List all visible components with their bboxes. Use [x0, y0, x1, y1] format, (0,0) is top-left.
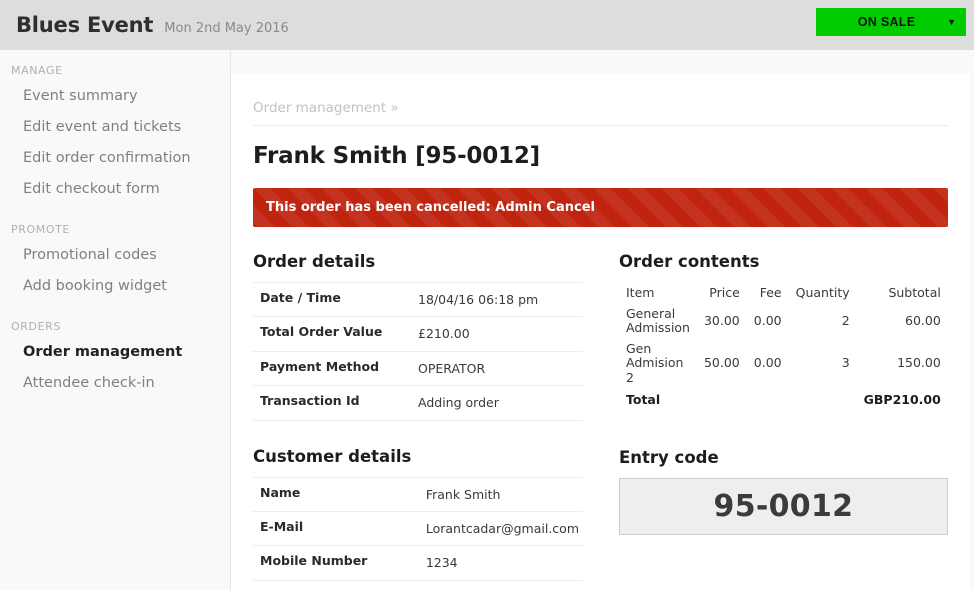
row-label: Date / Time	[260, 290, 341, 305]
page-title: Frank Smith [95-0012]	[253, 143, 540, 169]
order-contents-table: Item Price Fee Quantity Subtotal General…	[619, 282, 948, 410]
sidebar: MANAGE Event summary Edit event and tick…	[0, 50, 231, 590]
sidebar-group-manage: MANAGE Event summary Edit event and tick…	[0, 64, 230, 205]
customer-details-heading: Customer details	[253, 446, 412, 466]
row-value: Frank Smith	[425, 486, 501, 502]
column-header-price: Price	[709, 285, 740, 300]
order-contents-heading: Order contents	[619, 252, 760, 271]
alert-message: This order has been cancelled: Admin Can…	[266, 200, 595, 215]
entry-code-heading: Entry code	[619, 448, 719, 468]
page-body: MANAGE Event summary Edit event and tick…	[0, 50, 974, 590]
customer-details-table: Name Frank Smith E-Mail Lorantcadar@gmai…	[253, 477, 583, 590]
row-value: OPERATOR	[418, 360, 486, 376]
table-row: General Admission 30.00 0.00 2 60.00	[619, 304, 948, 339]
cell-fee: 0.00	[753, 354, 782, 370]
entry-code-value: 95-0012	[713, 489, 854, 525]
cell-subtotal: 60.00	[905, 313, 941, 328]
cell-quantity: 3	[841, 354, 850, 370]
cell-item: Gen Admision 2	[626, 340, 684, 385]
row-value: 1234	[425, 555, 458, 571]
sidebar-group-promote: PROMOTE Promotional codes Add booking wi…	[0, 223, 230, 302]
order-detail-panel: Order management » Frank Smith [95-0012]…	[231, 74, 970, 590]
app-header: Blues Event Mon 2nd May 2016 ON SALE ▼	[0, 0, 974, 50]
sidebar-item-promotional-codes[interactable]: Promotional codes	[0, 240, 230, 271]
entry-code-section: Entry code 95-0012	[619, 448, 948, 536]
cell-price: 30.00	[703, 313, 740, 328]
table-row: Address Fictive Street nr 3Adress 2Adres…	[253, 580, 583, 590]
row-value: Lorantcadar@gmail.com	[425, 520, 579, 536]
row-label: Payment Method	[260, 358, 380, 374]
column-header-subtotal: Subtotal	[888, 285, 941, 300]
table-row: Total Order Value £210.00	[253, 316, 583, 351]
table-row: Payment Method OPERATOR	[253, 351, 583, 385]
table-row: Date / Time 18/04/16 06:18 pm	[253, 282, 583, 317]
table-row: Transaction Id Adding order	[253, 385, 583, 420]
sidebar-item-add-booking-widget[interactable]: Add booking widget	[0, 271, 230, 302]
row-value: 18/04/16 06:18 pm	[418, 292, 539, 307]
left-column: Order details Date / Time 18/04/16 06:18…	[253, 252, 583, 590]
row-value: Adding order	[418, 395, 499, 411]
table-row: Gen Admision 2 50.00 0.00 3 150.00	[619, 339, 948, 388]
sidebar-item-edit-checkout-form[interactable]: Edit checkout form	[0, 174, 230, 205]
main-content: Order management » Frank Smith [95-0012]…	[231, 50, 974, 590]
status-label: ON SALE	[857, 15, 916, 29]
column-header-quantity: Quantity	[795, 285, 850, 300]
sidebar-item-edit-order-confirmation[interactable]: Edit order confirmation	[0, 143, 230, 174]
sidebar-item-event-summary[interactable]: Event summary	[0, 81, 230, 112]
table-row: Name Frank Smith	[253, 477, 583, 511]
sidebar-item-edit-event-and-tickets[interactable]: Edit event and tickets	[0, 112, 230, 143]
cell-quantity: 2	[841, 313, 850, 328]
total-spacer-fee	[747, 388, 789, 410]
total-spacer-price	[697, 388, 747, 410]
table-row: E-Mail Lorantcadar@gmail.com	[253, 511, 583, 545]
cell-subtotal: 150.00	[897, 354, 941, 370]
table-row: Mobile Number 1234	[253, 545, 583, 580]
table-total-row: Total GBP210.00	[619, 388, 948, 410]
event-title: Blues Event	[16, 12, 154, 37]
right-column: Order contents Item Price Fee Quantity S	[619, 252, 948, 590]
total-label: Total	[626, 391, 661, 407]
row-label: E-Mail	[260, 518, 304, 534]
sidebar-heading-orders: ORDERS	[11, 320, 61, 334]
sidebar-heading-manage: MANAGE	[11, 64, 63, 77]
cell-item: General Admission	[626, 306, 690, 336]
row-value: £210.00	[418, 326, 470, 342]
sidebar-item-order-management[interactable]: Order management	[0, 337, 230, 368]
order-details-table: Date / Time 18/04/16 06:18 pm Total Orde…	[253, 282, 583, 421]
row-label: Mobile Number	[260, 553, 368, 569]
breadcrumb[interactable]: Order management »	[253, 100, 948, 126]
sidebar-heading-promote: PROMOTE	[11, 223, 70, 237]
cell-fee: 0.00	[753, 313, 782, 328]
event-date: Mon 2nd May 2016	[164, 20, 289, 36]
sidebar-item-attendee-check-in[interactable]: Attendee check-in	[0, 368, 230, 399]
on-sale-status-dropdown[interactable]: ON SALE ▼	[816, 8, 966, 36]
column-header-fee: Fee	[759, 285, 782, 300]
sidebar-group-orders: ORDERS Order management Attendee check-i…	[0, 320, 230, 399]
row-label: Address	[253, 580, 426, 590]
cell-price: 50.00	[703, 354, 740, 370]
order-details-heading: Order details	[253, 252, 376, 271]
total-spacer-quantity	[789, 388, 857, 410]
sidebar-divider-2	[0, 306, 230, 320]
entry-code-box: 95-0012	[619, 478, 948, 536]
order-cancelled-alert: This order has been cancelled: Admin Can…	[253, 188, 948, 227]
table-header-row: Item Price Fee Quantity Subtotal	[619, 282, 948, 304]
detail-columns: Order details Date / Time 18/04/16 06:18…	[253, 252, 948, 590]
row-value-address: Fictive Street nr 3Adress 2Adress 355555…	[426, 580, 583, 590]
row-label: Total Order Value	[260, 324, 383, 340]
total-value: GBP210.00	[863, 392, 941, 408]
row-label: Name	[260, 484, 301, 500]
chevron-down-icon: ▼	[947, 16, 956, 27]
sidebar-divider-1	[0, 209, 230, 223]
row-label: Transaction Id	[260, 393, 360, 409]
column-header-item: Item	[626, 285, 655, 300]
